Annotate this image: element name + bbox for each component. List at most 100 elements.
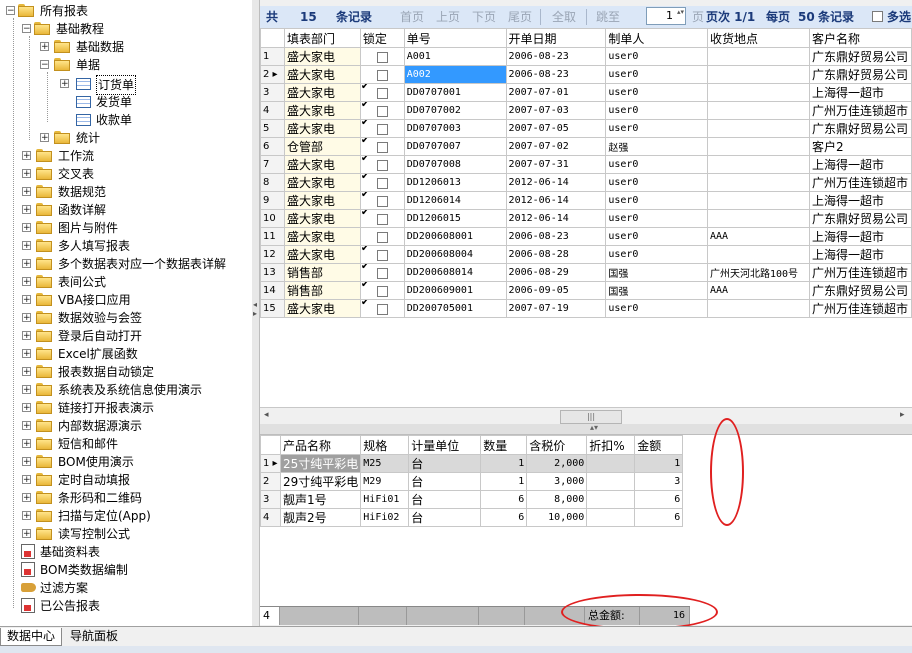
table-row[interactable]: 10盛大家电 DD12060152012-06-14user0 广东鼎好贸易公司 [260, 209, 912, 228]
row-number[interactable]: 3 [260, 83, 285, 102]
collapse-icon[interactable]: − [22, 24, 31, 34]
cell-lock[interactable] [359, 137, 405, 156]
cell-lock[interactable] [359, 209, 405, 228]
cell-discount[interactable] [586, 472, 636, 491]
lock-checkbox[interactable] [376, 87, 388, 99]
row-number[interactable]: 10 [260, 209, 285, 228]
expand-icon[interactable]: + [22, 349, 31, 359]
cell-address[interactable]: AAA [707, 227, 810, 246]
cell-address[interactable]: 广州天河北路100号 [707, 263, 810, 282]
cell-product[interactable]: 25寸纯平彩电 [279, 454, 362, 473]
expand-icon[interactable]: + [22, 385, 31, 395]
cell-customer[interactable]: 广州万佳连锁超市 [808, 101, 912, 120]
cell-creator[interactable]: user0 [605, 209, 708, 228]
cell-creator[interactable]: user0 [605, 155, 708, 174]
cell-lock[interactable] [359, 263, 405, 282]
cell-creator[interactable]: 国强 [605, 281, 708, 300]
cell-number[interactable]: A001 [403, 47, 507, 66]
cell-lock[interactable] [359, 173, 405, 192]
row-number[interactable]: 2 [260, 65, 285, 84]
row-number[interactable]: 7 [260, 155, 285, 174]
table-row[interactable]: 12盛大家电 DD2006080042006-08-28user0 上海得一超市 [260, 245, 912, 264]
table-row[interactable]: 15盛大家电 DD2007050012007-07-19user0 广州万佳连锁超市 [260, 299, 912, 318]
col-header-date[interactable]: 开单日期 [505, 28, 607, 48]
cell-number[interactable]: DD0707001 [403, 83, 507, 102]
last-page-button[interactable]: 尾页 [508, 9, 532, 25]
row-number[interactable]: 9 [260, 191, 285, 210]
row-number[interactable]: 4 [260, 508, 281, 527]
cell-customer[interactable]: 广东鼎好贸易公司 [808, 281, 912, 300]
cell-lock[interactable] [359, 155, 405, 174]
cell-amount[interactable]: 6 [634, 490, 684, 509]
cell-creator[interactable]: 国强 [605, 263, 708, 282]
cell-number[interactable]: DD0707008 [403, 155, 507, 174]
table-row[interactable]: 11 盛大家电 DD200608001 2006-08-23 user0 AAA 上海得一超… [260, 227, 912, 246]
lock-checkbox[interactable] [376, 123, 388, 135]
cell-address[interactable] [707, 65, 810, 84]
expand-icon[interactable]: + [40, 42, 49, 52]
cell-qty[interactable]: 1 [480, 472, 528, 491]
cell-customer[interactable]: 上海得一超市 [808, 245, 912, 264]
cell-discount[interactable] [586, 490, 636, 509]
cell-price[interactable]: 2,000 [526, 454, 588, 473]
cell-customer[interactable]: 广东鼎好贸易公司 [808, 47, 912, 66]
cell-creator[interactable]: user0 [605, 227, 708, 246]
cell-creator[interactable]: 赵强 [605, 137, 708, 156]
expand-icon[interactable]: + [22, 439, 31, 449]
table-row[interactable]: 2盛大家电 A0022006-08-23user0 广东鼎好贸易公司 [260, 65, 912, 84]
cell-creator[interactable]: user0 [605, 83, 708, 102]
cell-customer[interactable]: 上海得一超市 [808, 227, 912, 246]
row-number[interactable]: 4 [260, 101, 285, 120]
expand-icon[interactable]: + [22, 457, 31, 467]
lock-checkbox[interactable] [376, 285, 388, 297]
cell-discount[interactable] [586, 454, 636, 473]
expand-icon[interactable]: + [22, 367, 31, 377]
cell-lock[interactable] [359, 83, 405, 102]
col-header-creator[interactable]: 制单人 [605, 28, 708, 48]
cell-date[interactable]: 2012-06-14 [505, 209, 607, 228]
cell-number[interactable]: DD0707003 [403, 119, 507, 138]
cell-address[interactable] [707, 209, 810, 228]
col-header-customer[interactable]: 客户名称 [808, 28, 912, 48]
table-row[interactable]: 4 靓声2号 HiFi02 台 6 10,000 6 [260, 508, 684, 527]
cell-amount[interactable]: 1 [634, 454, 684, 473]
scroll-left-icon[interactable]: ◂ [264, 410, 269, 420]
col-header-price[interactable]: 含税价 [526, 435, 588, 455]
cell-creator[interactable]: user0 [605, 101, 708, 120]
table-row[interactable]: 7盛大家电 DD07070082007-07-31user0 上海得一超市 [260, 155, 912, 174]
cell-qty[interactable]: 6 [480, 490, 528, 509]
table-row[interactable]: 3盛大家电 DD07070012007-07-01user0 上海得一超市 [260, 83, 912, 102]
cell-dept[interactable]: 盛大家电 [283, 47, 361, 66]
cell-dept[interactable]: 盛大家电 [283, 299, 361, 318]
cell-customer[interactable]: 上海得一超市 [808, 155, 912, 174]
cell-amount[interactable]: 3 [634, 472, 684, 491]
cell-number[interactable]: DD0707002 [403, 101, 507, 120]
cell-dept[interactable]: 盛大家电 [283, 101, 361, 120]
cell-dept[interactable]: 盛大家电 [283, 173, 361, 192]
tab-nav-panel[interactable]: 导航面板 [64, 628, 124, 645]
expand-icon[interactable]: + [22, 331, 31, 341]
row-number[interactable]: 11 [260, 227, 285, 246]
cell-address[interactable] [707, 191, 810, 210]
col-header-lock[interactable]: 锁定 [359, 28, 405, 48]
row-number[interactable]: 6 [260, 137, 285, 156]
cell-price[interactable]: 10,000 [526, 508, 588, 527]
collapse-icon[interactable]: − [40, 60, 49, 70]
expand-icon[interactable]: + [22, 205, 31, 215]
cell-date[interactable]: 2007-07-05 [505, 119, 607, 138]
cell-spec[interactable]: M29 [360, 472, 410, 491]
table-row[interactable]: 4盛大家电 DD07070022007-07-03user0 广州万佳连锁超市 [260, 101, 912, 120]
expand-icon[interactable]: + [22, 151, 31, 161]
cell-dept[interactable]: 盛大家电 [283, 191, 361, 210]
cell-unit[interactable]: 台 [408, 490, 482, 509]
cell-lock[interactable] [359, 119, 405, 138]
cell-number[interactable]: DD200608001 [403, 227, 507, 246]
row-number[interactable]: 1 [260, 454, 281, 473]
cell-unit[interactable]: 台 [408, 454, 482, 473]
cell-creator[interactable]: user0 [605, 173, 708, 192]
multi-select-checkbox[interactable] [872, 11, 883, 22]
cell-date[interactable]: 2007-07-02 [505, 137, 607, 156]
row-number[interactable]: 1 [260, 47, 285, 66]
cell-amount[interactable]: 6 [634, 508, 684, 527]
lock-checkbox[interactable] [376, 231, 388, 243]
